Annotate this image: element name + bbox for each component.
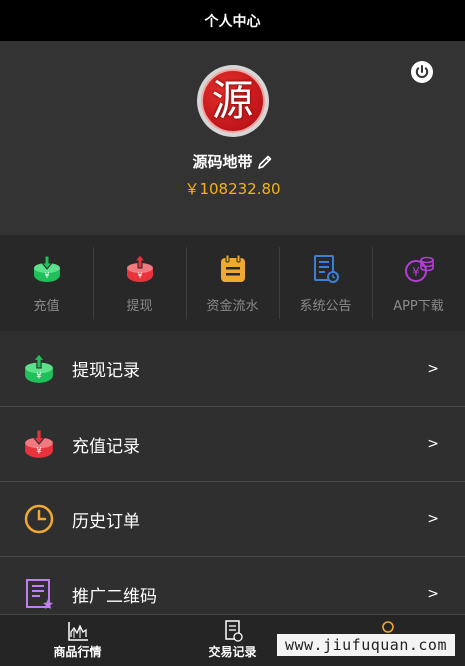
- svg-text:¥: ¥: [137, 271, 142, 280]
- avatar-image: 源: [200, 69, 265, 133]
- recharge-icon: ¥: [33, 255, 60, 282]
- balance-amount: ￥108232.80: [184, 180, 281, 198]
- nav-tab-market[interactable]: 商品行情: [0, 615, 155, 666]
- menu-item-recharge-records[interactable]: ¥ 充值记录 >: [0, 406, 465, 481]
- quick-action-label: 充值: [33, 299, 60, 314]
- nav-tab-label: 商品行情: [53, 645, 102, 659]
- svg-text:¥: ¥: [412, 265, 420, 279]
- svg-text:¥: ¥: [44, 271, 49, 280]
- watermark: www.jiufuquan.com: [276, 634, 455, 656]
- power-icon[interactable]: [410, 60, 434, 84]
- receipt-icon: [224, 620, 243, 642]
- avatar[interactable]: 源: [196, 65, 269, 137]
- top-bar: 个人中心: [0, 0, 465, 41]
- profile-section: 源 源码地带 ￥108232.80: [0, 41, 465, 235]
- menu-item-label: 历史订单: [72, 511, 140, 532]
- nav-tab-label: 交易记录: [208, 645, 257, 659]
- quick-actions-bar: ¥ 充值 ¥ 提现 资金流水 系统公告 ¥ APP下载: [0, 235, 465, 331]
- username: 源码地带: [192, 153, 253, 171]
- withdraw-icon: ¥: [25, 352, 53, 383]
- chevron-right-icon: >: [427, 586, 439, 602]
- menu-list: ¥ 提现记录 > ¥ 充值记录 > 历史订单 > 推广二维码 >: [0, 331, 465, 631]
- chevron-right-icon: >: [427, 360, 439, 377]
- recharge-icon: ¥: [25, 429, 53, 458]
- menu-item-label: 充值记录: [72, 436, 140, 457]
- svg-text:¥: ¥: [36, 371, 42, 381]
- svg-text:¥: ¥: [36, 447, 42, 457]
- quick-action-recharge[interactable]: ¥ 充值: [0, 235, 93, 331]
- chevron-right-icon: >: [427, 436, 439, 452]
- quick-action-app-download[interactable]: ¥ APP下载: [372, 235, 465, 331]
- username-row[interactable]: 源码地带: [192, 151, 272, 172]
- quick-action-label: 提现: [126, 299, 153, 314]
- quick-action-withdraw[interactable]: ¥ 提现: [93, 235, 186, 331]
- quick-action-funds-flow[interactable]: 资金流水: [186, 235, 279, 331]
- quick-action-label: 系统公告: [299, 299, 352, 314]
- edit-pencil-icon[interactable]: [257, 154, 273, 170]
- page-title: 个人中心: [204, 13, 261, 30]
- menu-item-label: 提现记录: [72, 361, 140, 381]
- quick-action-label: APP下载: [393, 299, 444, 314]
- withdraw-icon: ¥: [126, 254, 153, 282]
- coins-icon: ¥: [404, 256, 434, 282]
- qrcode-doc-icon: [26, 579, 53, 609]
- document-icon: [313, 255, 339, 283]
- quick-action-label: 资金流水: [206, 299, 259, 314]
- avatar-character: 源: [211, 76, 254, 125]
- menu-item-label: 推广二维码: [72, 586, 157, 607]
- chevron-right-icon: >: [427, 511, 439, 527]
- menu-item-withdraw-records[interactable]: ¥ 提现记录 >: [0, 331, 465, 406]
- menu-item-order-history[interactable]: 历史订单 >: [0, 481, 465, 556]
- clock-icon: [24, 504, 54, 534]
- chart-icon: [67, 622, 88, 641]
- clipboard-icon: [220, 254, 245, 282]
- quick-action-announcement[interactable]: 系统公告: [279, 235, 372, 331]
